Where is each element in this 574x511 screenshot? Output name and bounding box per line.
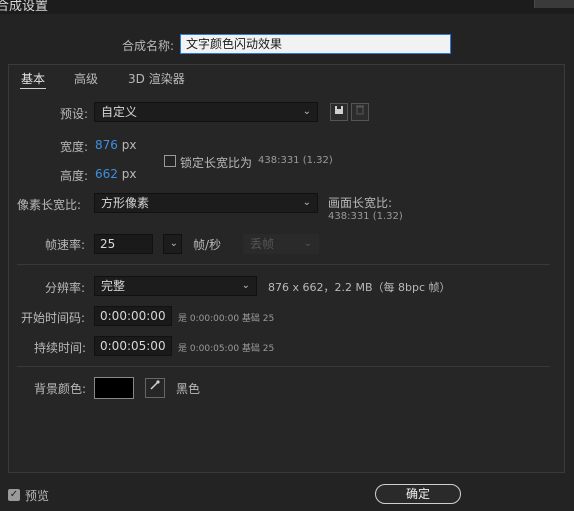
- tab-basic[interactable]: 基本: [21, 70, 45, 87]
- frame-aspect-value: 438:331 (1.32): [328, 211, 403, 222]
- height-value: 662: [95, 167, 118, 181]
- frame-rate-input[interactable]: 25: [94, 234, 153, 254]
- save-icon: [335, 106, 343, 114]
- frame-rate-dropdown[interactable]: ⌄: [163, 234, 182, 254]
- preview-label: 预览: [25, 489, 50, 503]
- chevron-down-icon: ⌄: [302, 197, 311, 208]
- pixel-aspect-label: 像素长宽比:: [17, 198, 82, 212]
- drop-frame-dropdown[interactable]: 丢帧 ⌄: [243, 234, 319, 254]
- chevron-down-icon: ⌄: [303, 238, 312, 249]
- chevron-down-icon: ⌄: [241, 280, 250, 291]
- duration-note: 是 0:00:05:00 基础 25: [178, 344, 275, 354]
- resolution-info: 876 x 662，2.2 MB（每 8bpc 帧）: [268, 281, 451, 294]
- title-bar: [0, 0, 574, 14]
- resolution-dropdown[interactable]: 完整 ⌄: [94, 276, 257, 296]
- frame-aspect-label: 画面长宽比:: [328, 196, 393, 210]
- eyedropper-icon: [150, 380, 160, 390]
- height-label: 高度:: [60, 169, 89, 183]
- resolution-value: 完整: [101, 279, 126, 293]
- background-color-swatch[interactable]: [94, 377, 134, 399]
- duration-input[interactable]: 0:00:05:00: [94, 336, 172, 356]
- chevron-down-icon: ⌄: [302, 106, 311, 117]
- background-color-label: 背景颜色:: [34, 382, 87, 396]
- lock-aspect-checkbox[interactable]: [164, 155, 176, 167]
- ok-button[interactable]: 确定: [375, 484, 461, 504]
- settings-panel: [8, 64, 565, 473]
- start-timecode-input[interactable]: 0:00:00:00: [94, 306, 172, 326]
- lock-aspect-label: 锁定长宽比为: [180, 156, 253, 170]
- width-value: 876: [95, 138, 118, 152]
- chevron-down-icon: ⌄: [169, 238, 178, 249]
- preset-dropdown[interactable]: 自定义 ⌄: [94, 102, 318, 122]
- duration-label: 持续时间:: [34, 341, 87, 355]
- preset-value: 自定义: [101, 105, 138, 119]
- pixel-aspect-value: 方形像素: [101, 196, 150, 210]
- width-field[interactable]: 876 px: [95, 138, 136, 152]
- start-timecode-note: 是 0:00:00:00 基础 25: [178, 314, 275, 324]
- divider: [17, 366, 550, 367]
- save-preset-button[interactable]: [330, 103, 348, 121]
- resolution-label: 分辨率:: [45, 281, 86, 295]
- tab-advanced[interactable]: 高级: [74, 70, 98, 87]
- width-label: 宽度:: [60, 140, 89, 154]
- lock-aspect-ratio: 438:331 (1.32): [258, 155, 333, 166]
- drop-frame-value: 丢帧: [250, 237, 275, 251]
- frame-rate-unit: 帧/秒: [193, 238, 222, 252]
- divider: [17, 264, 550, 265]
- delete-preset-button[interactable]: [351, 103, 369, 121]
- frame-rate-label: 帧速率:: [45, 238, 86, 252]
- window-title: 合成设置: [0, 0, 49, 14]
- height-field[interactable]: 662 px: [95, 167, 136, 181]
- background-color-name: 黑色: [176, 382, 201, 396]
- close-button[interactable]: [534, 0, 574, 8]
- width-unit: px: [121, 138, 137, 152]
- composition-name-input[interactable]: 文字颜色闪动效果: [180, 34, 451, 54]
- start-timecode-label: 开始时间码:: [21, 311, 86, 325]
- height-unit: px: [121, 167, 137, 181]
- tab-3d-renderer[interactable]: 3D 渲染器: [128, 70, 185, 87]
- eyedropper-button[interactable]: [145, 378, 165, 398]
- active-tab-indicator: [20, 88, 46, 89]
- preview-checkbox[interactable]: ✓: [8, 489, 20, 501]
- preset-label: 预设:: [60, 107, 89, 121]
- composition-name-label: 合成名称:: [122, 39, 175, 53]
- trash-icon: [356, 105, 364, 115]
- pixel-aspect-dropdown[interactable]: 方形像素 ⌄: [94, 193, 318, 213]
